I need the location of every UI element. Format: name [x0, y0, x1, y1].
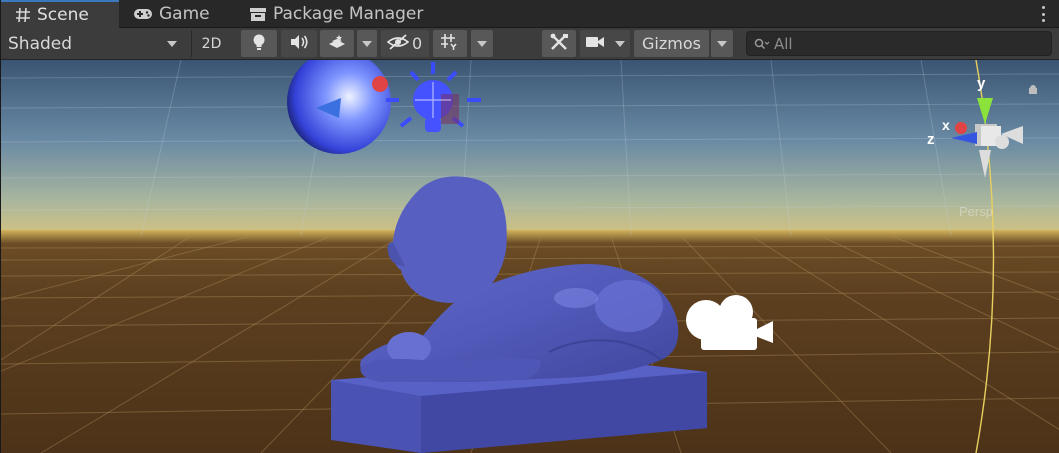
tab-label: Package Manager [273, 4, 424, 24]
chevron-down-icon [477, 40, 487, 47]
projection-label: Persp [959, 204, 993, 219]
search-field[interactable]: All [746, 31, 1052, 56]
gizmo-x-label: x [942, 117, 950, 133]
draw-mode-value: Shaded [8, 33, 73, 54]
eye-hidden-icon [386, 33, 410, 54]
lightbulb-icon [251, 33, 267, 55]
scene-toolbar: Shaded 2D 0 Gizmos All [1, 28, 1059, 60]
camera-icon [585, 34, 605, 53]
scene-visibility-button[interactable]: 0 [381, 30, 429, 57]
camera-settings-button[interactable] [580, 30, 630, 57]
gizmo-y-label: y [977, 75, 986, 92]
scene-viewport[interactable]: y x z Persp [1, 60, 1059, 453]
scene-view-window: Scene Game Package Manager Shaded 2D 0 G… [0, 0, 1059, 453]
search-icon [754, 38, 770, 50]
chevron-down-icon [362, 40, 372, 47]
gamepad-icon [133, 7, 153, 21]
effects-dropdown[interactable] [357, 30, 377, 57]
tab-game[interactable]: Game [119, 0, 237, 28]
hidden-count: 0 [412, 34, 423, 53]
hash-grid-icon [15, 7, 31, 23]
effects-toggle-button[interactable] [320, 30, 354, 57]
gizmos-button[interactable]: Gizmos [634, 30, 709, 57]
gizmos-dropdown[interactable] [711, 30, 733, 57]
toggle-2d-button[interactable]: 2D [191, 30, 231, 57]
grid-toggle-button[interactable] [433, 30, 467, 57]
gizmo-z-label: z [927, 131, 935, 148]
tab-bar: Scene Game Package Manager [1, 0, 1059, 28]
package-icon [249, 6, 267, 22]
more-options-icon[interactable] [1040, 6, 1046, 22]
tab-label: Scene [37, 5, 89, 25]
tools-icon [549, 33, 569, 55]
tab-label: Game [159, 4, 210, 24]
toggle-2d-label: 2D [201, 35, 222, 52]
chevron-down-icon [167, 40, 177, 47]
draw-mode-dropdown[interactable]: Shaded [1, 30, 185, 57]
gizmos-label: Gizmos [642, 34, 701, 53]
grid-dropdown[interactable] [471, 30, 493, 57]
search-placeholder: All [774, 34, 793, 53]
effects-layers-icon [327, 34, 347, 54]
audio-toggle-button[interactable] [281, 30, 317, 57]
lighting-toggle-button[interactable] [241, 30, 277, 57]
chevron-down-icon [615, 40, 625, 47]
speaker-icon [289, 34, 309, 54]
chevron-down-icon [717, 40, 727, 47]
tab-package-manager[interactable]: Package Manager [237, 0, 447, 28]
tools-button[interactable] [542, 30, 576, 57]
tab-scene[interactable]: Scene [1, 0, 119, 28]
grid-axis-icon [440, 33, 460, 55]
